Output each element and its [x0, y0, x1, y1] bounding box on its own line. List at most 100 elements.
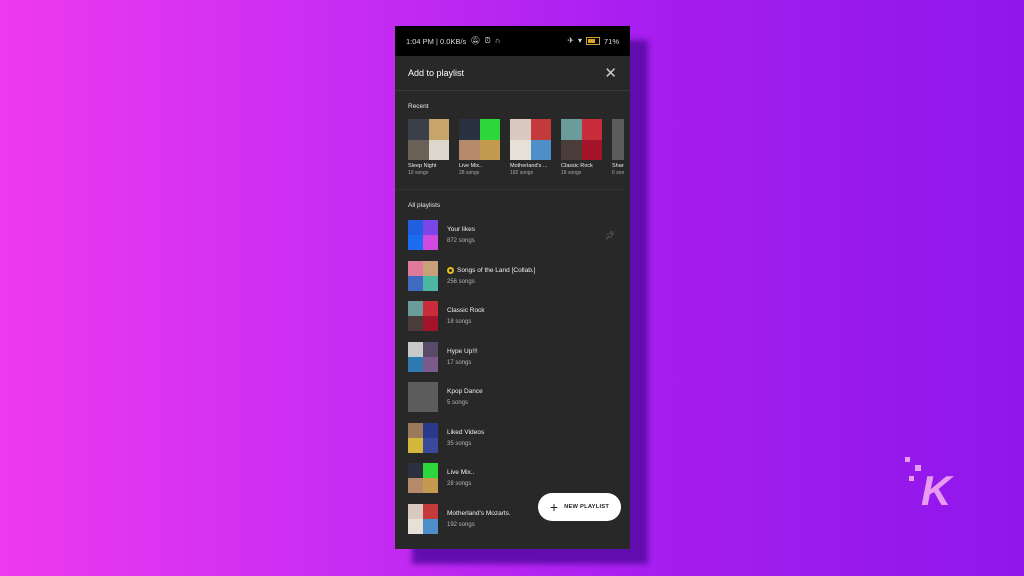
cover-tile: [408, 301, 423, 317]
cover-tile: [408, 518, 423, 534]
recent-playlist-count: 6 songs: [612, 170, 624, 176]
cover-tile: [408, 275, 423, 291]
cover-tile: [612, 119, 624, 140]
cover-tile: [408, 382, 423, 398]
logo-letter: K: [921, 467, 954, 514]
playlist-row[interactable]: Hype Up!!! 17 songs: [408, 337, 617, 378]
playlist-cover: [408, 463, 438, 494]
recent-playlist-card[interactable]: Classic Rock 18 songs: [561, 119, 602, 189]
recent-playlist-card[interactable]: Live Mix.. 28 songs: [459, 119, 500, 189]
alarm-icon: ⏰︎: [484, 36, 491, 45]
logo-dot: [909, 476, 914, 481]
cover-tile: [428, 139, 449, 160]
cover-tile: [408, 437, 423, 453]
cover-tile: [479, 119, 500, 140]
dialog-header: Add to playlist ✕: [395, 56, 630, 91]
playlist-song-count: 18 songs: [447, 319, 472, 326]
phone-screen: 1:04 PM | 0.0KB/s 🔕︎ ⏰︎ ∩ ✈︎ ▾ 71% Add t…: [395, 26, 630, 549]
playlist-name-row: Songs of the Land [Collab.]: [447, 266, 617, 274]
playlist-meta: Your likes 872 songs: [447, 226, 605, 244]
playlist-row[interactable]: Liked Videos 35 songs: [408, 418, 617, 459]
recent-playlist-count: 192 songs: [510, 170, 534, 176]
cover-tile: [459, 119, 480, 140]
cover-tile: [423, 382, 438, 398]
cover-tile: [510, 119, 531, 140]
cover-tile: [428, 119, 449, 140]
playlist-row[interactable]: Kpop Dance 5 songs: [408, 377, 617, 418]
cover-tile: [530, 119, 551, 140]
cover-tile: [561, 119, 582, 140]
recent-playlist-name: Live Mix..: [459, 163, 483, 169]
pin-icon: 📌︎: [604, 230, 615, 240]
recent-playlist-name: Shared: [612, 163, 624, 169]
playlist-row[interactable]: Songs of the Land [Collab.] 256 songs: [408, 256, 617, 297]
logo-dot: [905, 457, 910, 462]
playlist-meta: Hype Up!!! 17 songs: [447, 348, 617, 366]
playlist-name-row: Your likes: [447, 226, 605, 233]
cover-tile: [408, 316, 423, 332]
playlist-name: Liked Videos: [447, 428, 485, 436]
battery-icon: [585, 37, 600, 45]
cover-tile: [423, 422, 438, 438]
cover-tile: [479, 139, 500, 160]
playlist-row[interactable]: Your likes 872 songs 📌︎: [408, 215, 617, 256]
playlist-song-count: 28 songs: [447, 481, 472, 488]
playlist-song-count: 872 songs: [447, 238, 475, 245]
recent-playlist-card[interactable]: Sleep Night 10 songs: [408, 119, 449, 189]
cover-tile: [423, 301, 438, 317]
cover-tile: [459, 139, 480, 160]
playlist-name-row: Kpop Dance: [447, 388, 617, 395]
cover-tile: [408, 119, 429, 140]
playlist-name: Live Mix..: [447, 469, 475, 477]
playlist-cover: [561, 119, 602, 160]
cover-tile: [408, 260, 423, 276]
playlist-name-row: Hype Up!!!: [447, 348, 617, 355]
close-icon[interactable]: ✕: [604, 66, 617, 81]
recent-playlist-count: 10 songs: [408, 170, 429, 176]
playlist-name-row: Liked Videos: [447, 429, 617, 436]
playlist-song-count: 192 songs: [447, 521, 475, 528]
playlist-song-count: 17 songs: [447, 359, 472, 366]
recent-playlist-count: 18 songs: [561, 170, 582, 176]
cover-tile: [408, 463, 423, 479]
playlist-meta: Songs of the Land [Collab.] 256 songs: [447, 266, 617, 285]
cover-tile: [423, 463, 438, 479]
cover-tile: [581, 119, 602, 140]
new-playlist-button[interactable]: + NEW PLAYLIST: [538, 493, 621, 521]
cover-tile: [408, 220, 423, 236]
cover-tile: [510, 139, 531, 160]
recent-playlist-card[interactable]: Shared6 songs: [612, 119, 624, 189]
cover-tile: [423, 235, 438, 251]
cover-tile: [408, 341, 423, 357]
cover-tile: [423, 478, 438, 494]
playlist-row[interactable]: Classic Rock 18 songs: [408, 296, 617, 337]
playlist-cover: [408, 301, 438, 332]
recent-playlist-card[interactable]: Motherland's ... 192 songs: [510, 119, 551, 189]
dialog-title: Add to playlist: [408, 68, 465, 78]
playlist-cover: [510, 119, 551, 160]
recent-playlist-name: Motherland's ...: [510, 163, 548, 169]
playlist-name: Classic Rock: [447, 307, 485, 315]
cover-tile: [423, 356, 438, 372]
cover-tile: [423, 437, 438, 453]
cover-tile: [612, 139, 624, 160]
cover-tile: [423, 220, 438, 236]
status-time: 1:04 PM | 0.0KB/s: [406, 36, 467, 46]
airplane-icon: ✈︎: [567, 36, 574, 45]
cover-tile: [423, 260, 438, 276]
playlist-name: Songs of the Land [Collab.]: [457, 266, 536, 274]
playlist-cover: [408, 422, 438, 453]
cover-tile: [581, 139, 602, 160]
cover-tile: [423, 316, 438, 332]
collab-icon: [447, 266, 454, 274]
playlist-meta: Live Mix.. 28 songs: [447, 469, 617, 487]
playlist-name: Kpop Dance: [447, 388, 483, 396]
recent-playlist-name: Sleep Night: [408, 163, 437, 169]
playlist-song-count: 256 songs: [447, 278, 475, 285]
cover-tile: [423, 503, 438, 519]
cover-tile: [408, 356, 423, 372]
playlist-cover: [408, 119, 449, 160]
cover-tile: [408, 397, 423, 413]
cover-tile: [408, 235, 423, 251]
plus-icon: +: [549, 499, 559, 515]
